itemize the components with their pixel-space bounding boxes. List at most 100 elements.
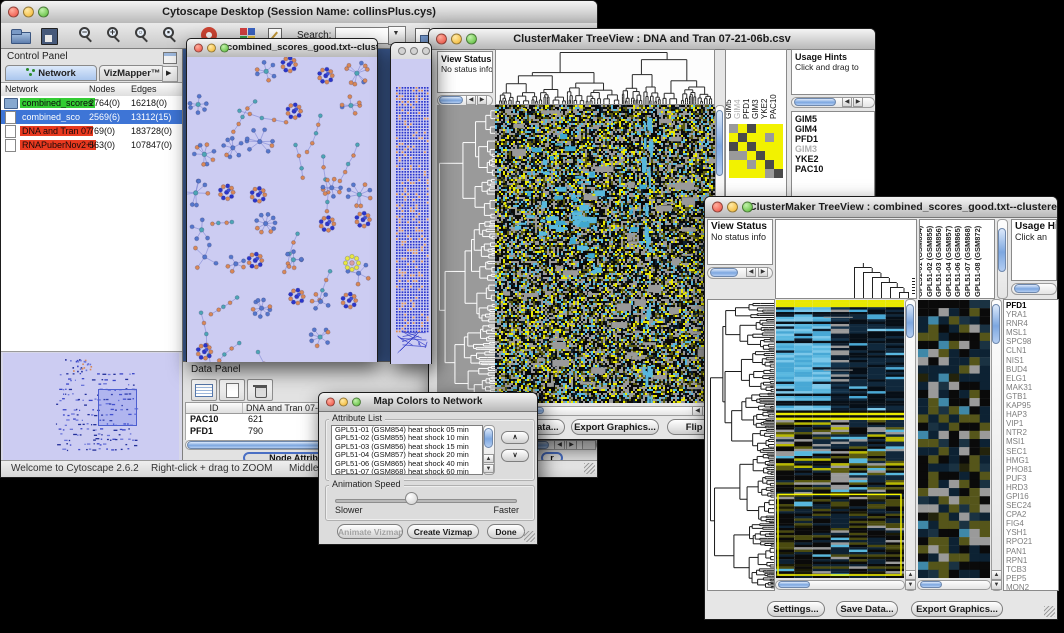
matrix-cell[interactable] bbox=[756, 124, 765, 133]
matrix-cell[interactable] bbox=[738, 151, 747, 160]
zoom-out-icon[interactable]: − bbox=[75, 25, 99, 47]
close-icon[interactable] bbox=[326, 398, 335, 407]
gene-dendrogram-canvas[interactable] bbox=[437, 105, 495, 403]
main-titlebar[interactable]: Cytoscape Desktop (Session Name: collins… bbox=[1, 1, 597, 24]
gene-label[interactable]: HAP3 bbox=[1004, 410, 1058, 419]
scroll-thumb[interactable] bbox=[484, 428, 493, 448]
gene-label-list[interactable]: PFD1YRA1RNR4MSL1SPC98CLN1NIS1BUD4ELG1MAK… bbox=[1003, 299, 1059, 591]
attribute-item[interactable]: GPL51-07 (GSM868) heat shock 60 min bbox=[332, 468, 482, 475]
done-button[interactable]: Done bbox=[487, 524, 525, 539]
zoom-vscrollbar[interactable] bbox=[991, 299, 1002, 591]
scroll-thumb[interactable] bbox=[439, 96, 463, 104]
gene-label[interactable]: PAN1 bbox=[1004, 547, 1058, 556]
maximize-icon[interactable] bbox=[38, 7, 49, 18]
zoom-hscrollbar[interactable] bbox=[917, 580, 991, 590]
scroll-left-icon[interactable] bbox=[746, 267, 756, 277]
resize-grip[interactable] bbox=[584, 463, 595, 474]
gene-label[interactable]: CPA2 bbox=[1004, 510, 1058, 519]
matrix-cell[interactable] bbox=[774, 151, 783, 160]
summary-matrix[interactable] bbox=[729, 124, 785, 180]
export-graphics-button[interactable]: Export Graphics... bbox=[911, 601, 1003, 617]
matrix-cell[interactable] bbox=[729, 169, 738, 178]
matrix-cell[interactable] bbox=[765, 133, 774, 142]
gene-label[interactable]: HMG1 bbox=[1004, 456, 1058, 465]
scroll-up-icon[interactable] bbox=[483, 454, 494, 463]
scroll-down-icon[interactable] bbox=[991, 580, 1002, 590]
column-dendrogram-canvas[interactable] bbox=[776, 220, 916, 298]
matrix-cell[interactable] bbox=[747, 160, 756, 169]
usage-hints-scrollbar[interactable] bbox=[1011, 283, 1057, 295]
gene-label[interactable]: PEP5 bbox=[1004, 574, 1058, 583]
matrix-cell[interactable] bbox=[729, 151, 738, 160]
delete-attribute-icon[interactable] bbox=[247, 379, 273, 401]
export-graphics-button[interactable]: Export Graphics... bbox=[571, 419, 659, 435]
gene-label[interactable]: PHO81 bbox=[1004, 465, 1058, 474]
gene-label[interactable]: MON2 bbox=[1004, 583, 1058, 591]
gene-label[interactable]: SEC1 bbox=[1004, 447, 1058, 456]
gene-label[interactable]: TCB3 bbox=[1004, 565, 1058, 574]
matrix-cell[interactable] bbox=[738, 124, 747, 133]
zoom-selected-icon[interactable]: ▪ bbox=[159, 25, 183, 47]
gene-dendrogram-panel[interactable] bbox=[707, 299, 775, 591]
minimize-icon[interactable] bbox=[451, 34, 462, 45]
matrix-cell[interactable] bbox=[747, 151, 756, 160]
network-list-row[interactable]: combined_sco2569(6)13112(15) bbox=[1, 110, 182, 124]
maximize-icon[interactable] bbox=[422, 47, 430, 55]
zoom-fit-icon[interactable]: ▫ bbox=[131, 25, 155, 47]
slider-thumb[interactable] bbox=[405, 492, 418, 505]
maximize-icon[interactable] bbox=[742, 202, 753, 213]
create-attribute-icon[interactable] bbox=[219, 379, 245, 401]
matrix-cell[interactable] bbox=[729, 124, 738, 133]
network-overview-panel[interactable] bbox=[1, 351, 182, 461]
save-data-button[interactable]: Save Data... bbox=[836, 601, 898, 617]
treeview2-titlebar[interactable]: ClusterMaker TreeView : combined_scores_… bbox=[705, 197, 1057, 218]
gene-label[interactable]: BUD4 bbox=[1004, 365, 1058, 374]
column-dendrogram-panel[interactable] bbox=[775, 219, 917, 299]
gene-label[interactable]: MSL1 bbox=[1004, 328, 1058, 337]
select-attributes-icon[interactable] bbox=[191, 379, 217, 401]
matrix-cell[interactable] bbox=[738, 142, 747, 151]
gene-dendrogram-canvas[interactable] bbox=[708, 300, 774, 590]
matrix-cell[interactable] bbox=[729, 142, 738, 151]
resize-grip[interactable] bbox=[524, 531, 535, 542]
heatmap-canvas[interactable] bbox=[495, 105, 715, 403]
gene-label[interactable]: NIS1 bbox=[1004, 356, 1058, 365]
matrix-cell[interactable] bbox=[729, 160, 738, 169]
gene-label[interactable]: GTB1 bbox=[1004, 392, 1058, 401]
gene-label[interactable]: YRA1 bbox=[1004, 310, 1058, 319]
matrix-cell[interactable] bbox=[765, 160, 774, 169]
gene-label[interactable]: PUF3 bbox=[1004, 474, 1058, 483]
move-up-button[interactable]: ∧ bbox=[501, 431, 529, 444]
network-list-row[interactable]: DNA and Tran 07769(0)183728(0) bbox=[1, 124, 182, 138]
scroll-thumb[interactable] bbox=[920, 581, 942, 588]
matrix-cell[interactable] bbox=[747, 169, 756, 178]
matrix-cell[interactable] bbox=[774, 133, 783, 142]
scroll-thumb[interactable] bbox=[794, 98, 836, 106]
animation-speed-slider[interactable] bbox=[335, 499, 517, 503]
scroll-down-icon[interactable] bbox=[905, 580, 916, 590]
gene-label[interactable]: PFD1 bbox=[792, 134, 874, 144]
scroll-left-icon[interactable] bbox=[466, 95, 476, 105]
attribute-list[interactable]: GPL51-01 (GSM854) heat shock 05 minGPL51… bbox=[331, 425, 483, 475]
network2-titlebar[interactable] bbox=[391, 43, 431, 60]
matrix-cell[interactable] bbox=[774, 142, 783, 151]
close-icon[interactable] bbox=[712, 202, 723, 213]
gene-label[interactable]: KAP95 bbox=[1004, 401, 1058, 410]
scroll-thumb[interactable] bbox=[998, 228, 1006, 272]
settings-button[interactable]: Settings... bbox=[767, 601, 825, 617]
zoom-heatmap-canvas[interactable] bbox=[918, 300, 990, 578]
gene-label[interactable]: GPI16 bbox=[1004, 492, 1058, 501]
matrix-cell[interactable] bbox=[774, 160, 783, 169]
overview-canvas[interactable] bbox=[3, 353, 179, 461]
gene-label[interactable]: ELG1 bbox=[1004, 374, 1058, 383]
matrix-cell[interactable] bbox=[765, 169, 774, 178]
network1-titlebar[interactable]: combined_scores_good.txt--cluste... bbox=[187, 39, 377, 58]
gene-label[interactable]: GIM4 bbox=[792, 124, 874, 134]
maximize-icon[interactable] bbox=[220, 44, 229, 53]
minimize-icon[interactable] bbox=[727, 202, 738, 213]
matrix-cell[interactable] bbox=[765, 142, 774, 151]
view-status-scrollbar[interactable] bbox=[707, 267, 773, 279]
heatmap-vscrollbar[interactable] bbox=[905, 299, 916, 591]
minimize-icon[interactable] bbox=[339, 398, 348, 407]
gene-label[interactable]: RPO21 bbox=[1004, 537, 1058, 546]
